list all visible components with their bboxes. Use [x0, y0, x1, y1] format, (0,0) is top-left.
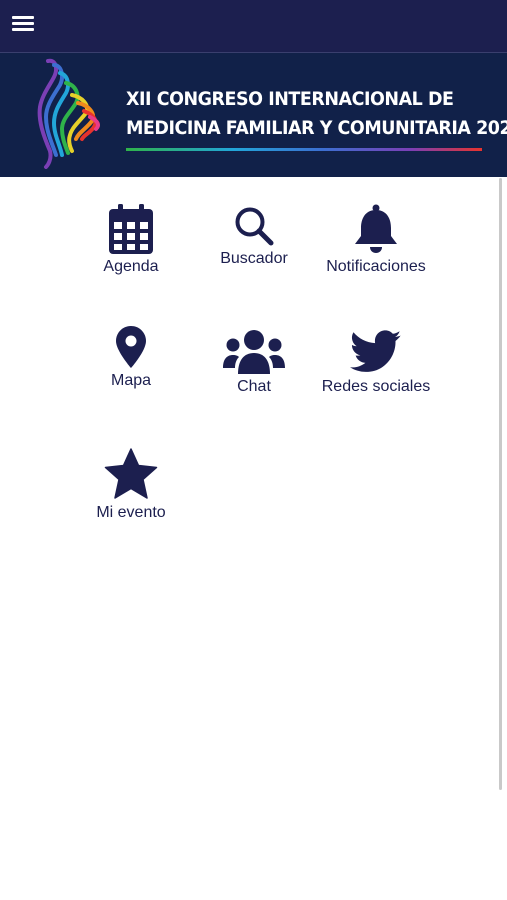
menu-item-chat[interactable]: Chat	[204, 330, 304, 396]
banner-title: XII CONGRESO INTERNACIONAL DE MEDICINA F…	[126, 85, 507, 143]
latin-america-map-logo	[37, 58, 100, 169]
menu-item-redes-sociales[interactable]: Redes sociales	[311, 330, 441, 396]
congress-banner: XII CONGRESO INTERNACIONAL DE MEDICINA F…	[0, 53, 507, 177]
twitter-icon	[350, 330, 402, 372]
menu-item-mapa-label: Mapa	[110, 372, 152, 389]
menu-item-chat-label: Chat	[237, 378, 271, 395]
menu-item-agenda-label: Agenda	[103, 258, 159, 275]
menu-item-agenda[interactable]: Agenda	[81, 204, 181, 276]
search-icon	[235, 207, 274, 246]
top-app-bar	[0, 0, 507, 53]
hamburger-menu-icon[interactable]	[12, 16, 34, 38]
rainbow-divider	[126, 148, 482, 151]
map-pin-icon	[116, 326, 146, 368]
menu-item-mi-evento-label: Mi evento	[96, 504, 166, 521]
scrollbar[interactable]	[499, 178, 502, 790]
menu-item-buscador-label: Buscador	[220, 250, 288, 267]
banner-title-line1: XII CONGRESO INTERNACIONAL DE	[126, 88, 454, 110]
menu-item-notificaciones-label: Notificaciones	[326, 258, 426, 275]
menu-item-redes-sociales-label: Redes sociales	[321, 378, 431, 395]
users-icon	[223, 330, 285, 374]
menu-item-mi-evento[interactable]: Mi evento	[81, 448, 181, 522]
banner-title-line2: MEDICINA FAMILIAR Y COMUNITARIA 2023	[126, 117, 507, 139]
bell-icon	[355, 204, 397, 253]
menu-item-mapa[interactable]: Mapa	[81, 326, 181, 390]
menu-item-buscador[interactable]: Buscador	[194, 206, 314, 268]
menu-item-notificaciones[interactable]: Notificaciones	[311, 204, 441, 276]
calendar-icon	[109, 204, 153, 254]
star-icon	[104, 448, 158, 499]
